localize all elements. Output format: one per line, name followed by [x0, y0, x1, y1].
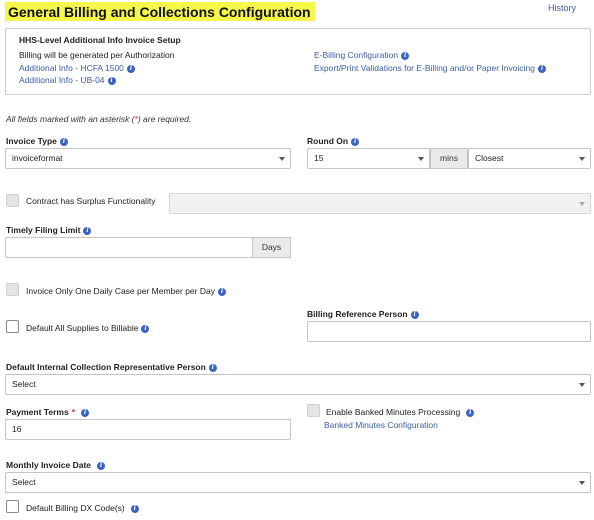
chevron-down-icon	[579, 157, 585, 161]
required-asterisk: *	[71, 407, 75, 417]
payment-terms-label-text: Payment Terms	[6, 407, 69, 417]
monthly-invoice-date-select[interactable]: Select	[5, 472, 591, 493]
ub04-link-row: Additional Info - UB-04 i	[19, 75, 116, 85]
ub04-link[interactable]: Additional Info - UB-04	[19, 75, 105, 85]
banked-minutes-label: Enable Banked Minutes Processing	[326, 407, 461, 417]
payment-terms-input[interactable]: 16	[5, 419, 291, 440]
chevron-down-icon	[579, 202, 585, 206]
collection-rep-select[interactable]: Select	[5, 374, 591, 395]
info-icon[interactable]: i	[141, 324, 150, 333]
surplus-functionality-select[interactable]	[169, 193, 591, 214]
info-icon[interactable]: i	[208, 363, 217, 372]
round-on-mode-select[interactable]: Closest	[468, 148, 591, 169]
info-icon[interactable]: i	[537, 64, 546, 73]
billing-dx-label-row: Default Billing DX Code(s) i	[26, 503, 139, 513]
note-text-start: All fields marked with an asterisk (	[6, 114, 135, 124]
info-icon[interactable]: i	[130, 504, 139, 513]
info-icon[interactable]: i	[217, 287, 226, 296]
export-validations-link-row: Export/Print Validations for E-Billing a…	[314, 63, 546, 73]
collection-rep-label-text: Default Internal Collection Representati…	[6, 362, 206, 372]
required-fields-note: All fields marked with an asterisk (*) a…	[6, 114, 191, 124]
daily-case-checkbox[interactable]	[6, 283, 19, 296]
billing-dx-checkbox[interactable]	[6, 500, 19, 513]
invoice-type-select[interactable]: invoiceformat	[5, 148, 291, 169]
round-on-value: 15	[314, 153, 324, 163]
info-icon[interactable]: i	[81, 408, 89, 417]
info-icon[interactable]: i	[59, 137, 68, 146]
round-on-unit: mins	[430, 148, 468, 169]
chevron-down-icon	[579, 481, 585, 485]
daily-case-label: Invoice Only One Daily Case per Member p…	[26, 286, 215, 296]
billing-reference-input[interactable]	[307, 321, 591, 342]
supplies-billable-label-row: Default All Supplies to Billable i	[26, 323, 150, 333]
payment-terms-label: Payment Terms * i	[6, 407, 89, 417]
billing-generation-text: Billing will be generated per Authorizat…	[19, 50, 175, 60]
page-title: General Billing and Collections Configur…	[5, 2, 315, 21]
info-icon[interactable]: i	[97, 461, 106, 470]
monthly-invoice-date-value: Select	[12, 477, 36, 487]
hcfa-1500-link[interactable]: Additional Info - HCFA 1500	[19, 63, 124, 73]
banked-minutes-checkbox[interactable]	[307, 404, 320, 417]
chevron-down-icon	[279, 157, 285, 161]
invoice-type-label: Invoice Type i	[6, 136, 68, 146]
ebilling-link-row: E-Billing Configuration i	[314, 50, 410, 60]
setup-heading: HHS-Level Additional Info Invoice Setup	[19, 35, 181, 45]
monthly-invoice-date-label: Monthly Invoice Date i	[6, 460, 106, 470]
billing-dx-label: Default Billing DX Code(s)	[26, 503, 125, 513]
info-icon[interactable]: i	[126, 64, 135, 73]
invoice-type-label-text: Invoice Type	[6, 136, 57, 146]
info-icon[interactable]: i	[107, 76, 116, 85]
timely-filing-limit-label-text: Timely Filing Limit	[6, 225, 81, 235]
hcfa-1500-link-row: Additional Info - HCFA 1500 i	[19, 63, 135, 73]
timely-filing-limit-input[interactable]	[5, 237, 253, 258]
round-on-label-text: Round On	[307, 136, 349, 146]
chevron-down-icon	[579, 383, 585, 387]
surplus-functionality-label: Contract has Surplus Functionality	[26, 196, 156, 206]
billing-reference-label-text: Billing Reference Person	[307, 309, 408, 319]
timely-filing-unit: Days	[252, 237, 291, 258]
billing-reference-label: Billing Reference Person i	[307, 309, 419, 319]
timely-filing-limit-label: Timely Filing Limit i	[6, 225, 92, 235]
supplies-billable-label: Default All Supplies to Billable	[26, 323, 139, 333]
round-on-select[interactable]: 15	[307, 148, 430, 169]
info-icon[interactable]: i	[410, 310, 419, 319]
invoice-setup-panel: HHS-Level Additional Info Invoice Setup …	[5, 28, 591, 95]
info-icon[interactable]: i	[83, 226, 92, 235]
supplies-billable-checkbox[interactable]	[6, 320, 19, 333]
note-text-end: ) are required.	[137, 114, 192, 124]
info-icon[interactable]: i	[466, 408, 475, 417]
ebilling-configuration-link[interactable]: E-Billing Configuration	[314, 50, 398, 60]
history-link[interactable]: History	[548, 3, 576, 13]
banked-minutes-label-row: Enable Banked Minutes Processing i	[326, 407, 475, 417]
info-icon[interactable]: i	[401, 51, 410, 60]
invoice-type-value: invoiceformat	[12, 153, 63, 163]
banked-minutes-configuration-link[interactable]: Banked Minutes Configuration	[324, 420, 438, 430]
collection-rep-label: Default Internal Collection Representati…	[6, 362, 217, 372]
export-print-validations-link[interactable]: Export/Print Validations for E-Billing a…	[314, 63, 535, 73]
collection-rep-value: Select	[12, 379, 36, 389]
daily-case-label-row: Invoice Only One Daily Case per Member p…	[26, 286, 226, 296]
monthly-invoice-date-label-text: Monthly Invoice Date	[6, 460, 92, 470]
surplus-functionality-checkbox[interactable]	[6, 194, 19, 207]
chevron-down-icon	[418, 157, 424, 161]
round-on-label: Round On i	[307, 136, 360, 146]
info-icon[interactable]: i	[351, 137, 360, 146]
round-on-mode-value: Closest	[475, 153, 504, 163]
